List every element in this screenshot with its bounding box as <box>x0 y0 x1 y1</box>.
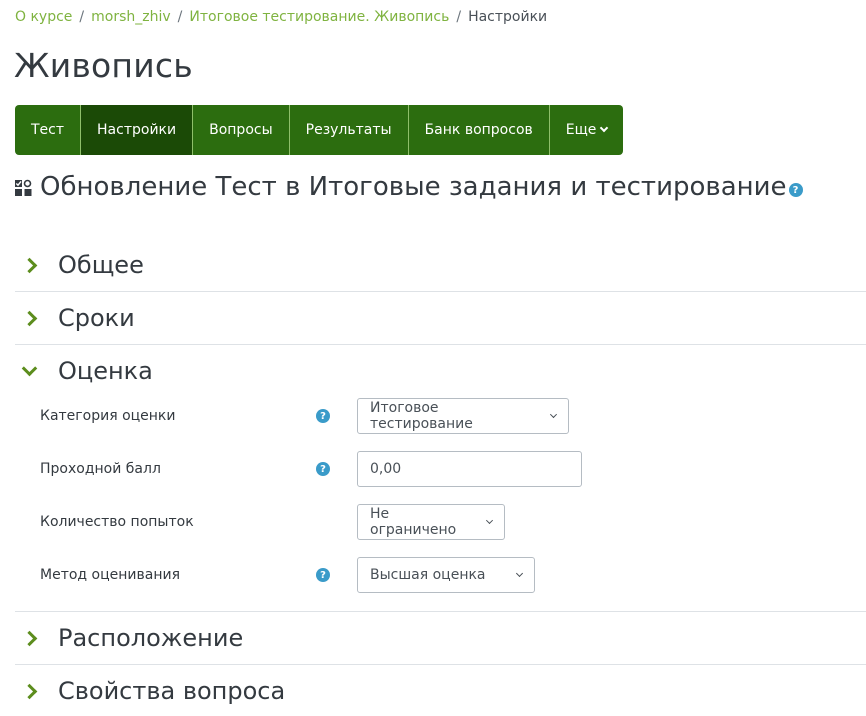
chevron-down-icon <box>550 410 558 418</box>
tab-more[interactable]: Еще <box>550 105 624 155</box>
breadcrumb-separator: / <box>177 9 183 25</box>
section-divider <box>15 291 866 292</box>
secondary-navigation: Тест Настройки Вопросы Результаты Банк в… <box>15 105 624 155</box>
help-icon[interactable]: ? <box>316 568 330 582</box>
quiz-module-icon <box>15 179 32 196</box>
field-row-grade-category: Категория оценки ? Итоговое тестирование <box>40 398 860 434</box>
attempts-value: Не ограничено <box>370 506 457 538</box>
section-layout[interactable]: Расположение <box>15 618 866 658</box>
tab-question-bank[interactable]: Банк вопросов <box>409 105 550 155</box>
section-title-timing: Сроки <box>58 304 135 332</box>
grade-category-select[interactable]: Итоговое тестирование <box>357 398 569 434</box>
grade-category-value: Итоговое тестирование <box>370 400 473 432</box>
tab-results[interactable]: Результаты <box>290 105 409 155</box>
breadcrumb: О курсе / morsh_zhiv / Итоговое тестирование… <box>15 9 547 25</box>
section-title-layout: Расположение <box>58 624 244 652</box>
pass-grade-value: 0,00 <box>370 461 402 477</box>
section-title-question-behaviour: Свойства вопроса <box>58 677 286 705</box>
form-heading: Обновление Тест в Итоговые задания и тес… <box>15 172 803 202</box>
grade-method-label: Метод оценивания <box>40 567 181 583</box>
section-divider <box>15 344 866 345</box>
attempts-label: Количество попыток <box>40 514 194 530</box>
grade-method-value: Высшая оценка <box>370 567 486 583</box>
chevron-down-icon <box>486 516 494 524</box>
section-divider <box>15 611 866 612</box>
section-grade[interactable]: Оценка <box>15 351 866 391</box>
chevron-right-icon <box>21 310 38 326</box>
help-icon[interactable]: ? <box>316 462 330 476</box>
tab-settings[interactable]: Настройки <box>81 105 194 155</box>
chevron-right-icon <box>21 683 38 699</box>
section-timing[interactable]: Сроки <box>15 298 866 338</box>
breadcrumb-current: Настройки <box>468 9 548 25</box>
section-title-grade: Оценка <box>58 357 153 385</box>
attempts-select[interactable]: Не ограничено <box>357 504 505 540</box>
grade-method-select[interactable]: Высшая оценка <box>357 557 535 593</box>
chevron-down-icon <box>21 360 38 376</box>
breadcrumb-link-morsh-zhiv[interactable]: morsh_zhiv <box>91 9 171 25</box>
tab-questions[interactable]: Вопросы <box>193 105 290 155</box>
page-title: Живопись <box>14 46 193 85</box>
pass-grade-input[interactable]: 0,00 <box>357 451 582 487</box>
breadcrumb-separator: / <box>79 9 85 25</box>
field-row-grade-method: Метод оценивания ? Высшая оценка <box>40 557 860 593</box>
grade-category-label: Категория оценки <box>40 408 176 424</box>
section-title-general: Общее <box>58 251 144 279</box>
help-icon[interactable]: ? <box>316 409 330 423</box>
tab-test[interactable]: Тест <box>15 105 82 155</box>
breadcrumb-separator: / <box>456 9 462 25</box>
form-heading-text: Обновление Тест в Итоговые задания и тес… <box>40 172 787 202</box>
field-row-attempts: Количество попыток Не ограничено <box>40 504 860 540</box>
breadcrumb-link-course[interactable]: О курсе <box>15 9 72 25</box>
help-icon[interactable]: ? <box>788 183 803 197</box>
field-row-pass-grade: Проходной балл ? 0,00 <box>40 451 860 487</box>
section-general[interactable]: Общее <box>15 245 866 285</box>
chevron-down-icon <box>515 569 524 577</box>
chevron-down-icon <box>600 123 609 133</box>
section-question-behaviour[interactable]: Свойства вопроса <box>15 671 866 711</box>
section-divider <box>15 664 866 665</box>
tab-more-label: Еще <box>565 122 597 138</box>
chevron-right-icon <box>21 257 38 273</box>
chevron-right-icon <box>21 630 38 646</box>
breadcrumb-link-final-test[interactable]: Итоговое тестирование. Живопись <box>189 9 449 25</box>
pass-grade-label: Проходной балл <box>40 461 161 477</box>
